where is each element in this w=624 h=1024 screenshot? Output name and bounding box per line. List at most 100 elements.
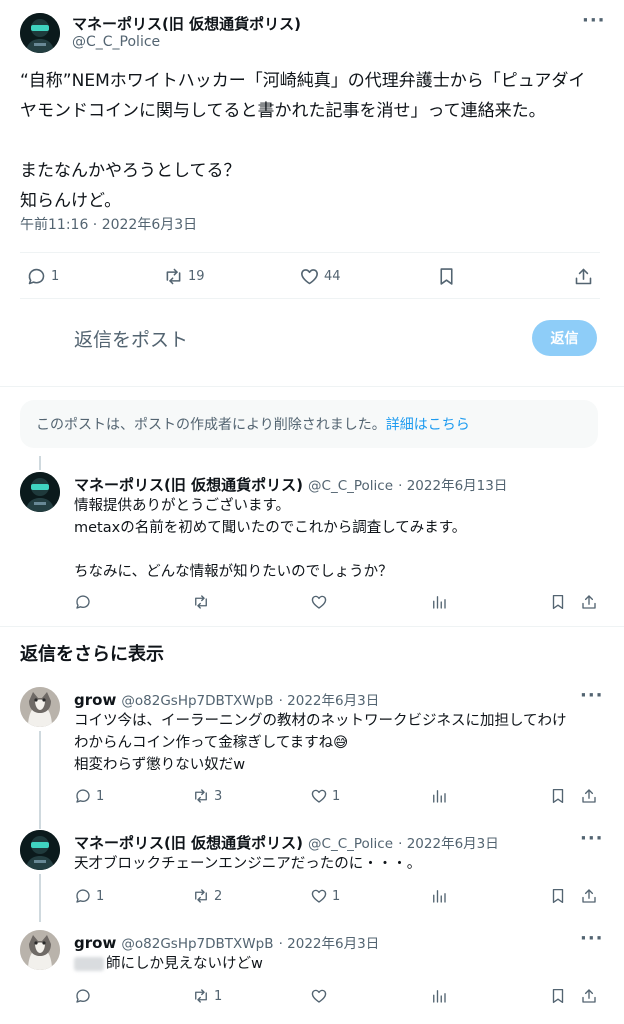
like-icon bbox=[310, 987, 328, 1005]
post-text-line: ヤモンドコインに関与してると書かれた記事を消せ」って連絡来た。 bbox=[20, 101, 546, 121]
views-icon bbox=[430, 987, 448, 1005]
bookmark-button[interactable] bbox=[549, 593, 567, 611]
repost-count: 19 bbox=[188, 269, 205, 284]
reply-text: 情報提供ありがとうございます。 metaxの名前を初めて聞いたのでこれから調査し… bbox=[74, 495, 604, 583]
avatar[interactable] bbox=[20, 687, 60, 727]
share-icon bbox=[573, 266, 594, 287]
reply-text-line: ちなみに、どんな情報が知りたいのでしょうか？ bbox=[74, 564, 393, 580]
divider bbox=[0, 626, 624, 627]
views-button[interactable] bbox=[430, 987, 448, 1005]
reply-text-line: metaxの名前を初めて聞いたのでこれから調査してみます。 bbox=[74, 520, 467, 536]
reply-submit-button[interactable]: 返信 bbox=[532, 320, 597, 356]
repost-count: 3 bbox=[214, 788, 223, 804]
reply-count: 1 bbox=[96, 888, 105, 904]
author-handle[interactable]: @o82GsHp7DBTXWpB bbox=[121, 936, 273, 952]
repost-count: 1 bbox=[214, 988, 223, 1004]
reply-input[interactable]: 返信をポスト bbox=[74, 325, 188, 352]
like-button[interactable] bbox=[310, 987, 328, 1005]
post-timestamp[interactable]: 午前11:16 · 2022年6月3日 bbox=[20, 214, 197, 234]
author-name[interactable]: マネーポリス(旧 仮想通貨ポリス) bbox=[74, 476, 303, 494]
author-name[interactable]: grow bbox=[74, 691, 116, 709]
like-button[interactable]: 44 bbox=[299, 266, 341, 287]
like-count: 44 bbox=[324, 269, 341, 284]
like-button[interactable]: 1 bbox=[310, 787, 340, 805]
reply-text: コイツ今は、イーラーニングの教材のネットワークビジネスに加担してわけ わからんコ… bbox=[74, 710, 614, 776]
views-button[interactable] bbox=[430, 593, 448, 611]
post-text-line: 知らんけど。 bbox=[20, 191, 122, 211]
views-icon bbox=[430, 593, 448, 611]
views-icon bbox=[430, 787, 448, 805]
share-icon bbox=[580, 787, 598, 805]
avatar[interactable] bbox=[20, 830, 60, 870]
share-icon bbox=[580, 987, 598, 1005]
share-button[interactable] bbox=[580, 787, 598, 805]
divider bbox=[0, 386, 624, 387]
bookmark-icon bbox=[436, 266, 457, 287]
bookmark-button[interactable] bbox=[549, 787, 567, 805]
share-button[interactable] bbox=[580, 593, 598, 611]
reply-text: 師にしか見えないけどw bbox=[74, 953, 614, 975]
bookmark-button[interactable] bbox=[436, 266, 457, 287]
author-handle[interactable]: @C_C_Police bbox=[308, 836, 393, 852]
avatar[interactable] bbox=[20, 13, 60, 53]
more-options-icon[interactable]: ··· bbox=[580, 928, 604, 949]
learn-more-link[interactable]: 詳細はこちら bbox=[386, 417, 470, 433]
like-count: 1 bbox=[332, 888, 341, 904]
repost-count: 2 bbox=[214, 888, 223, 904]
more-options-icon[interactable]: ··· bbox=[580, 828, 604, 849]
thread-line bbox=[39, 731, 41, 829]
more-options-icon[interactable]: ··· bbox=[582, 10, 606, 31]
bookmark-button[interactable] bbox=[549, 887, 567, 905]
repost-button[interactable]: 3 bbox=[192, 787, 222, 805]
like-button[interactable]: 1 bbox=[310, 887, 340, 905]
repost-button[interactable]: 1 bbox=[192, 987, 222, 1005]
repost-icon bbox=[192, 787, 210, 805]
post-date[interactable]: · 2022年6月3日 bbox=[398, 836, 499, 852]
share-button[interactable] bbox=[573, 266, 594, 287]
author-name[interactable]: マネーポリス(旧 仮想通貨ポリス) bbox=[72, 13, 301, 34]
blurred-text bbox=[74, 957, 104, 971]
like-icon bbox=[310, 593, 328, 611]
more-options-icon[interactable]: ··· bbox=[580, 685, 604, 706]
reply-text-line: 情報提供ありがとうございます。 bbox=[74, 498, 291, 514]
reply-text: 天才ブロックチェーンエンジニアだったのに・・・。 bbox=[74, 853, 614, 875]
reply-text-line: わからんコイン作って金稼ぎしてますね😅 bbox=[74, 735, 349, 751]
post-date[interactable]: · 2022年6月3日 bbox=[279, 693, 380, 709]
reply-button[interactable] bbox=[74, 593, 92, 611]
post-text-line: “自称”NEMホワイトハッカー「河崎純真」の代理弁護士から「ピュアダイ bbox=[20, 71, 586, 91]
repost-icon bbox=[192, 887, 210, 905]
post-text-line: またなんかやろうとしてる？ bbox=[20, 161, 241, 181]
reply-icon bbox=[26, 266, 47, 287]
avatar[interactable] bbox=[20, 472, 60, 512]
views-button[interactable] bbox=[430, 887, 448, 905]
more-replies-heading: 返信をさらに表示 bbox=[20, 644, 164, 665]
reply-button[interactable]: 1 bbox=[74, 787, 104, 805]
reply-icon bbox=[74, 887, 92, 905]
post-date[interactable]: · 2022年6月13日 bbox=[398, 478, 507, 494]
author-handle[interactable]: @o82GsHp7DBTXWpB bbox=[121, 693, 273, 709]
author-handle[interactable]: @C_C_Police bbox=[308, 478, 393, 494]
reply-button[interactable] bbox=[74, 987, 92, 1005]
share-icon bbox=[580, 887, 598, 905]
like-icon bbox=[310, 887, 328, 905]
reply-icon bbox=[74, 987, 92, 1005]
views-button[interactable] bbox=[430, 787, 448, 805]
share-button[interactable] bbox=[580, 987, 598, 1005]
avatar[interactable] bbox=[20, 930, 60, 970]
author-handle[interactable]: @C_C_Police bbox=[72, 34, 160, 50]
reply-button[interactable]: 1 bbox=[26, 266, 59, 287]
author-name[interactable]: マネーポリス(旧 仮想通貨ポリス) bbox=[74, 834, 303, 852]
repost-button[interactable] bbox=[192, 593, 210, 611]
reply-button[interactable]: 1 bbox=[74, 887, 104, 905]
thread-line bbox=[39, 874, 41, 922]
bookmark-button[interactable] bbox=[549, 987, 567, 1005]
like-button[interactable] bbox=[310, 593, 328, 611]
divider bbox=[20, 252, 600, 253]
repost-button[interactable]: 2 bbox=[192, 887, 222, 905]
repost-button[interactable]: 19 bbox=[163, 266, 205, 287]
deleted-post-notice: このポストは、ポストの作成者により削除されました。詳細はこちら bbox=[20, 400, 598, 448]
share-button[interactable] bbox=[580, 887, 598, 905]
author-name[interactable]: grow bbox=[74, 934, 116, 952]
post-date[interactable]: · 2022年6月3日 bbox=[279, 936, 380, 952]
like-icon bbox=[310, 787, 328, 805]
